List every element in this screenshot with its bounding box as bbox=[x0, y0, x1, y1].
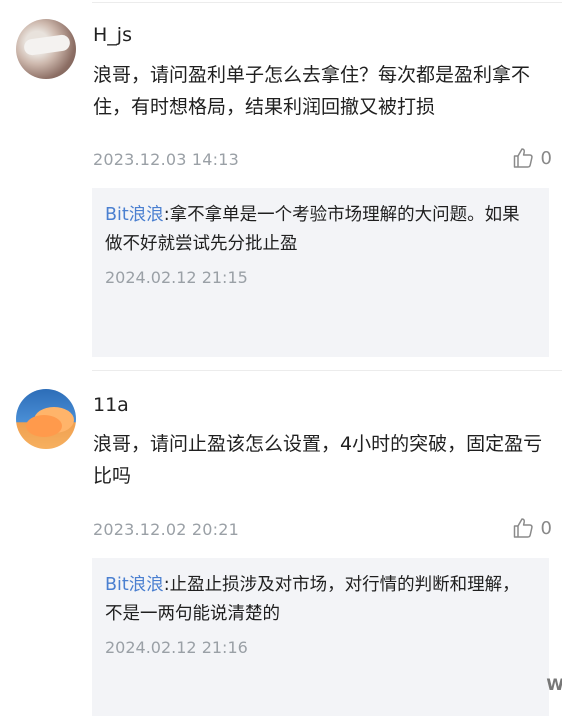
reply-author[interactable]: Bit浪浪 bbox=[105, 205, 164, 225]
reply-time: 2024.02.12 21:15 bbox=[105, 268, 248, 287]
comment-divider bbox=[92, 370, 562, 371]
thumbs-up-icon bbox=[513, 148, 533, 168]
like-button[interactable]: 0 bbox=[511, 516, 552, 540]
reply-body: :拿不拿单是一个考验市场理解的大问题。如果做不好就尝试先分批止盈 bbox=[105, 205, 520, 254]
comment-username[interactable]: H_js bbox=[93, 24, 132, 46]
avatar[interactable] bbox=[16, 19, 76, 79]
comment-item: 11a 浪哥，请问止盈该怎么设置，4小时的突破，固定盈亏比吗 2023.12.0… bbox=[0, 372, 562, 716]
avatar[interactable] bbox=[16, 389, 76, 449]
comment-content: 浪哥，请问盈利单子怎么去拿住？每次都是盈利拿不住，有时想格局，结果利润回撤又被打… bbox=[93, 64, 531, 118]
reply-box: Bit浪浪:止盈止损涉及对市场，对行情的判断和理解，不是一两句能说清楚的 202… bbox=[92, 558, 549, 716]
comment-item: H_js 浪哥，请问盈利单子怎么去拿住？每次都是盈利拿不住，有时想格局，结果利润… bbox=[0, 0, 562, 370]
reply-box: Bit浪浪:拿不拿单是一个考验市场理解的大问题。如果做不好就尝试先分批止盈 20… bbox=[92, 188, 549, 357]
reply-body: :止盈止损涉及对市场，对行情的判断和理解，不是一两句能说清楚的 bbox=[105, 575, 520, 624]
thumbs-up-icon bbox=[513, 518, 533, 538]
reply-author[interactable]: Bit浪浪 bbox=[105, 575, 164, 595]
comment-content: 浪哥，请问止盈该怎么设置，4小时的突破，固定盈亏比吗 bbox=[93, 433, 543, 487]
reply-text: Bit浪浪:止盈止损涉及对市场，对行情的判断和理解，不是一两句能说清楚的 bbox=[105, 571, 535, 629]
like-button[interactable]: 0 bbox=[511, 146, 552, 170]
reply-text: Bit浪浪:拿不拿单是一个考验市场理解的大问题。如果做不好就尝试先分批止盈 bbox=[105, 201, 535, 259]
comment-time: 2023.12.03 14:13 bbox=[93, 150, 240, 169]
reply-time: 2024.02.12 21:16 bbox=[105, 638, 248, 657]
like-count: 0 bbox=[540, 147, 552, 169]
comment-time: 2023.12.02 20:21 bbox=[93, 520, 240, 539]
watermark: W bbox=[546, 675, 562, 694]
comment-username[interactable]: 11a bbox=[93, 394, 129, 416]
like-count: 0 bbox=[540, 517, 552, 539]
